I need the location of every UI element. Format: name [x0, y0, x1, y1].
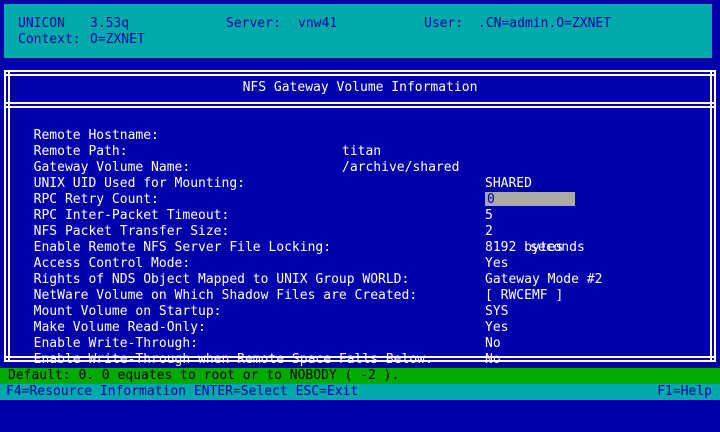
field-nfs-file-locking[interactable]: Enable Remote NFS Server File Locking: Y… [18, 224, 509, 271]
app-name: UNICON [18, 16, 65, 31]
dialog-border-top [4, 70, 714, 76]
context-value: O=ZXNET [90, 32, 145, 47]
server-label: Server: [226, 16, 281, 31]
field-rpc-timeout[interactable]: RPC Inter-Packet Timeout: 2 seconds [18, 192, 585, 255]
field-value: 5 [485, 208, 493, 223]
field-value: 8192 bytes [485, 240, 564, 255]
field-write-through-threshold[interactable]: Enable Write-Through when Remote Space F… [18, 336, 577, 399]
function-key-bar: F4=Resource Information ENTER=Select ESC… [0, 384, 720, 400]
field-remote-path[interactable]: Remote Path: /archive/shared [18, 128, 460, 175]
dialog-title-separator [4, 102, 714, 108]
field-nfs-packet-size[interactable]: NFS Packet Transfer Size: 8192 bytes [18, 208, 564, 255]
field-value: SYS [485, 304, 509, 319]
field-value: No [485, 336, 501, 351]
field-value: SHARED [485, 176, 532, 191]
field-write-through[interactable]: Enable Write-Through: No [18, 320, 501, 367]
field-value: Yes [485, 256, 509, 271]
field-value: titan [342, 144, 382, 159]
field-rpc-retry-count[interactable]: RPC Retry Count: 5 [18, 176, 493, 223]
help-key-hint[interactable]: F1=Help [657, 384, 712, 400]
field-world-rights[interactable]: Rights of NDS Object Mapped to UNIX Grou… [18, 256, 564, 303]
dialog-border-right [710, 70, 716, 362]
field-access-control-mode[interactable]: Access Control Mode: Gateway Mode #2 [18, 240, 603, 287]
status-hint: Default: 0. 0 equates to root or to NOBO… [8, 368, 400, 383]
field-value: Gateway Mode #2 [485, 272, 603, 287]
dialog-title: NFS Gateway Volume Information [242, 80, 478, 95]
server-value: vnw41 [298, 16, 338, 31]
field-value: [ RWCEMF ] [485, 288, 564, 303]
user-label: User: [424, 16, 464, 31]
field-mount-on-startup[interactable]: Mount Volume on Startup: Yes [18, 288, 509, 335]
status-bar: Default: 0. 0 equates to root or to NOBO… [0, 368, 720, 384]
context-label: Context: [18, 32, 81, 47]
field-shadow-volume[interactable]: NetWare Volume on Which Shadow Files are… [18, 272, 509, 319]
header-panel: UNICON 3.53q Server: vnw41 User: .CN=adm… [2, 2, 714, 60]
field-value: Yes [485, 320, 509, 335]
app-version: 3.53q [90, 16, 130, 31]
field-value: No [485, 352, 501, 367]
field-label: Enable Write-Through when Remote Space F… [33, 352, 433, 367]
dialog-border-left [4, 70, 10, 362]
uid-input[interactable]: 0 [485, 192, 575, 207]
field-value: /archive/shared [342, 160, 460, 175]
field-gateway-volume-name[interactable]: Gateway Volume Name: SHARED [18, 144, 532, 191]
field-unix-uid[interactable]: UNIX UID Used for Mounting: 0 [18, 160, 575, 207]
field-value: 2 [485, 224, 493, 239]
user-value: .CN=admin.O=ZXNET [478, 16, 612, 31]
field-read-only[interactable]: Make Volume Read-Only: No [18, 304, 501, 351]
field-remote-hostname[interactable]: Remote Hostname: titan [18, 112, 381, 159]
key-hints[interactable]: F4=Resource Information ENTER=Select ESC… [6, 384, 358, 400]
